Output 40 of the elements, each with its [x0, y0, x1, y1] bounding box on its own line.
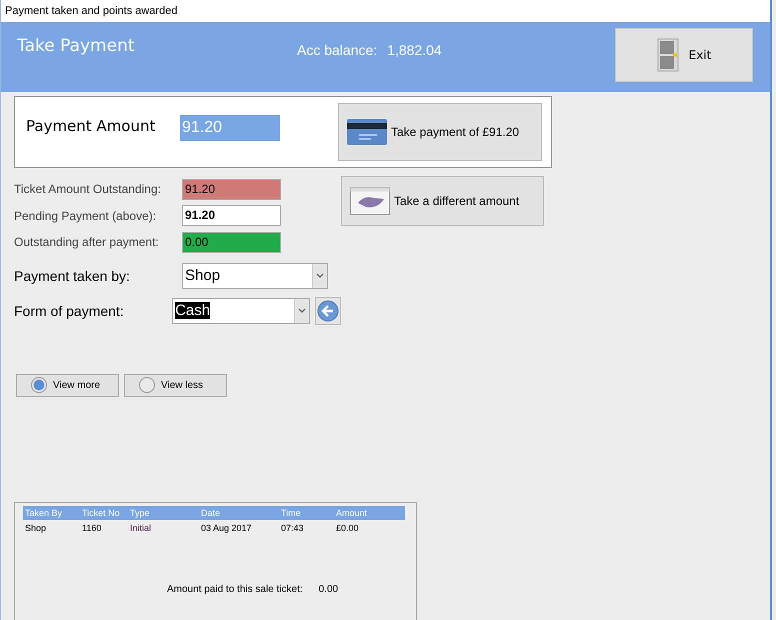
column-header: Amount [336, 508, 368, 518]
column-header: Time [281, 508, 302, 518]
field-label: Pending Payment (above): [14, 208, 158, 223]
door-icon [656, 38, 679, 72]
card-icon [347, 119, 387, 145]
back-button[interactable] [314, 296, 342, 324]
table-cell-text: 03 Aug 2017 [201, 522, 253, 532]
field-label: Ticket Amount Outstanding: [14, 182, 162, 196]
amount-field: 91.20 [182, 178, 281, 200]
view-option-button[interactable]: View less [124, 374, 227, 396]
payment-amount-label: Payment Amount [26, 117, 156, 135]
dropdown[interactable]: Cash [172, 298, 310, 324]
table-cell-text: Initial [130, 522, 152, 532]
amount-field: 91.20 [182, 205, 281, 226]
table-cell-text: 1160 [82, 522, 102, 532]
take-payment-button[interactable]: Take payment of £91.20 [338, 103, 542, 161]
radio-icon[interactable] [31, 377, 47, 393]
window-title: Payment taken and points awarded [1, 0, 770, 22]
different-amount-button[interactable]: Take a different amount [341, 176, 544, 226]
column-header: Ticket No [82, 508, 121, 518]
balance-value: 1,882.04 [387, 42, 442, 58]
dropdown[interactable]: Shop [182, 262, 328, 288]
field-label: Payment taken by: [14, 268, 131, 284]
table-cell-text: 07:43 [281, 522, 305, 532]
amount-field: 0.00 [182, 232, 281, 253]
column-header: Taken By [24, 508, 64, 518]
window-icon [350, 187, 390, 215]
radio-icon[interactable] [139, 377, 155, 393]
column-header: Date [201, 508, 222, 518]
table-cell-text: £0.00 [336, 522, 360, 532]
balance-label: Acc balance: [297, 42, 378, 58]
total-value: 0.00 [318, 584, 338, 594]
view-option-button[interactable]: View more [16, 374, 119, 396]
table-cell-text: Shop [24, 522, 48, 532]
column-header: Type [130, 508, 151, 518]
field-label: Form of payment: [14, 302, 125, 318]
total-label: Amount paid to this sale ticket: [167, 584, 303, 594]
page-title: Take Payment [17, 36, 136, 56]
field-label: Outstanding after payment: [14, 235, 160, 250]
exit-button[interactable]: Exit [615, 28, 753, 82]
